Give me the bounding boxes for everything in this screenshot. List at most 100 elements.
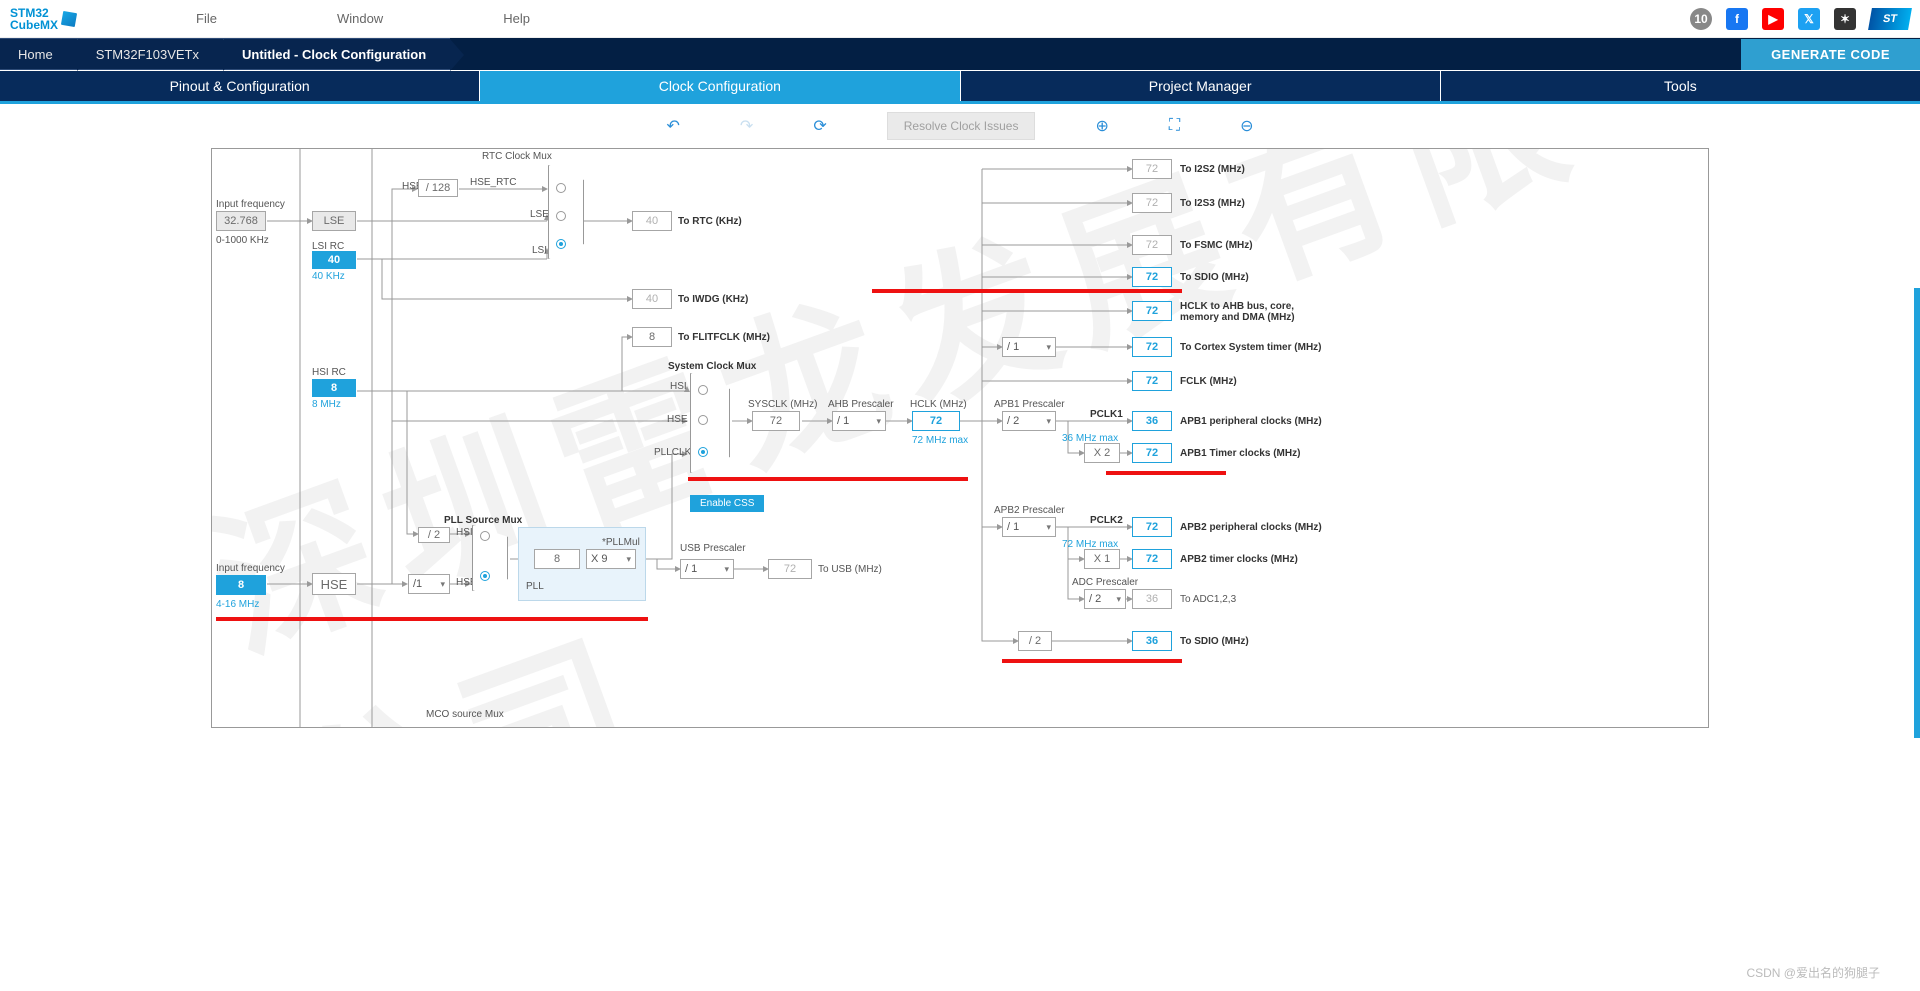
sysclk-label: SYSCLK (MHz) [748, 399, 817, 410]
lsi-value[interactable]: 40 [312, 251, 356, 269]
pll-radio-hse[interactable] [480, 571, 490, 581]
tab-pinout[interactable]: Pinout & Configuration [0, 71, 480, 101]
pclk1-label: PCLK1 [1090, 409, 1123, 420]
pll-source-mux[interactable] [472, 525, 508, 591]
tab-clock[interactable]: Clock Configuration [480, 71, 960, 101]
ahb-title: AHB Prescaler [828, 399, 894, 410]
rtc-radio-hse[interactable] [556, 183, 566, 193]
crumb-page[interactable]: Untitled - Clock Configuration [223, 38, 450, 70]
hse-rtc-label: HSE_RTC [470, 177, 517, 188]
hse-input-value[interactable]: 8 [216, 575, 266, 595]
scrollbar[interactable] [1914, 288, 1920, 738]
undo-icon[interactable]: ↶ [667, 116, 680, 136]
tab-tools[interactable]: Tools [1441, 71, 1920, 101]
apb1p-label: APB1 peripheral clocks (MHz) [1180, 416, 1322, 427]
hse-input-range: 4-16 MHz [216, 599, 259, 610]
adc-prescaler-select[interactable]: / 2 [1084, 589, 1126, 609]
rtc-radio-lse[interactable] [556, 211, 566, 221]
annot-redline-2 [688, 477, 968, 481]
pll-src-title: PLL Source Mux [444, 515, 522, 526]
hclk-label: HCLK (MHz) [910, 399, 967, 410]
hsi-hz: 8 MHz [312, 399, 341, 410]
crumb-home[interactable]: Home [0, 38, 77, 70]
iwdg-out-label: To IWDG (KHz) [678, 294, 748, 305]
sys-hse-label: HSE [667, 414, 688, 425]
lse-input-label: Input frequency [216, 199, 285, 210]
cube-icon [61, 10, 77, 26]
hse-block[interactable]: HSE [312, 573, 356, 595]
pll-hsi-label: HSI [456, 527, 473, 538]
apb1-prescaler-select[interactable]: / 2 [1002, 411, 1056, 431]
i2s3-label: To I2S3 (MHz) [1180, 198, 1245, 209]
lse-input-value[interactable]: 32.768 [216, 211, 266, 231]
cortex-value: 72 [1132, 337, 1172, 357]
zoom-out-icon[interactable]: ⊖ [1240, 116, 1253, 136]
usb-prescaler-select[interactable]: / 1 [680, 559, 734, 579]
sys-radio-hsi[interactable] [698, 385, 708, 395]
apb1-title: APB1 Prescaler [994, 399, 1065, 410]
usb-out-value: 72 [768, 559, 812, 579]
cortex-prescaler-select[interactable]: / 1 [1002, 337, 1056, 357]
lse-block[interactable]: LSE [312, 211, 356, 231]
flitf-label: To FLITFCLK (MHz) [678, 332, 770, 343]
menu-help[interactable]: Help [503, 11, 530, 26]
adc-out-value: 36 [1132, 589, 1172, 609]
system-clock-mux[interactable] [690, 373, 730, 473]
usb-prescaler-title: USB Prescaler [680, 543, 746, 554]
hsi-value[interactable]: 8 [312, 379, 356, 397]
breadcrumb-bar: Home STM32F103VETx Untitled - Clock Conf… [0, 38, 1920, 70]
rtc-lsi-label: LSI [532, 245, 547, 256]
tab-project-manager[interactable]: Project Manager [961, 71, 1441, 101]
zoom-in-icon[interactable]: ⊕ [1095, 116, 1108, 136]
sysclk-value[interactable]: 72 [752, 411, 800, 431]
annot-redline-4 [216, 617, 648, 621]
pllmul-in-value: 8 [534, 549, 580, 569]
badge-icon[interactable]: 10 [1690, 8, 1712, 30]
hclk-out-label: HCLK to AHB bus, core, memory and DMA (M… [1180, 301, 1330, 323]
clock-diagram[interactable]: 深圳雷龙发展有限公司 [211, 148, 1709, 728]
fclk-value: 72 [1132, 371, 1172, 391]
sys-radio-pllclk[interactable] [698, 447, 708, 457]
apb2t-value: 72 [1132, 549, 1172, 569]
hsi-label: HSI RC [312, 367, 346, 378]
rtc-lse-label: LSE [530, 209, 549, 220]
rtc-mux-title: RTC Clock Mux [482, 151, 552, 162]
hse-rtc-div: / 128 [418, 179, 458, 197]
generate-code-button[interactable]: GENERATE CODE [1741, 39, 1920, 70]
hclk-max: 72 MHz max [912, 435, 968, 446]
crumb-chip[interactable]: STM32F103VETx [77, 38, 223, 70]
reset-icon[interactable]: ⟳ [813, 116, 826, 136]
rtc-mux[interactable] [548, 165, 584, 259]
apb2p-value: 72 [1132, 517, 1172, 537]
mco-label: MCO source Mux [426, 709, 504, 720]
sys-radio-hse[interactable] [698, 415, 708, 425]
i2s3-value: 72 [1132, 193, 1172, 213]
facebook-icon[interactable]: f [1726, 8, 1748, 30]
i2s2-label: To I2S2 (MHz) [1180, 164, 1245, 175]
apb2-prescaler-select[interactable]: / 1 [1002, 517, 1056, 537]
pll-radio-hsi[interactable] [480, 531, 490, 541]
flitf-value: 8 [632, 327, 672, 347]
twitter-icon[interactable]: 𝕏 [1798, 8, 1820, 30]
apb1t-value: 72 [1132, 443, 1172, 463]
sdio-div2: / 2 [1018, 631, 1052, 651]
apb1p-value: 36 [1132, 411, 1172, 431]
hclk-out-value: 72 [1132, 301, 1172, 321]
menu-window[interactable]: Window [337, 11, 383, 26]
fit-icon[interactable]: ⛶ [1169, 117, 1180, 135]
hse-prescaler-select[interactable]: /1 [408, 574, 450, 594]
adc-title: ADC Prescaler [1072, 577, 1138, 588]
hclk-value[interactable]: 72 [912, 411, 960, 431]
apb1-x2: X 2 [1084, 443, 1120, 463]
youtube-icon[interactable]: ▶ [1762, 8, 1784, 30]
pllmul-select[interactable]: X 9 [586, 549, 636, 569]
rtc-radio-lsi[interactable] [556, 239, 566, 249]
rtc-out-value: 40 [632, 211, 672, 231]
ahb-prescaler-select[interactable]: / 1 [832, 411, 886, 431]
sdio-label: To SDIO (MHz) [1180, 272, 1249, 283]
menu-file[interactable]: File [196, 11, 217, 26]
usb-out-label: To USB (MHz) [818, 564, 882, 575]
community-icon[interactable]: ✶ [1834, 8, 1856, 30]
adc-out-label: To ADC1,2,3 [1180, 594, 1236, 605]
enable-css-button[interactable]: Enable CSS [690, 495, 764, 512]
